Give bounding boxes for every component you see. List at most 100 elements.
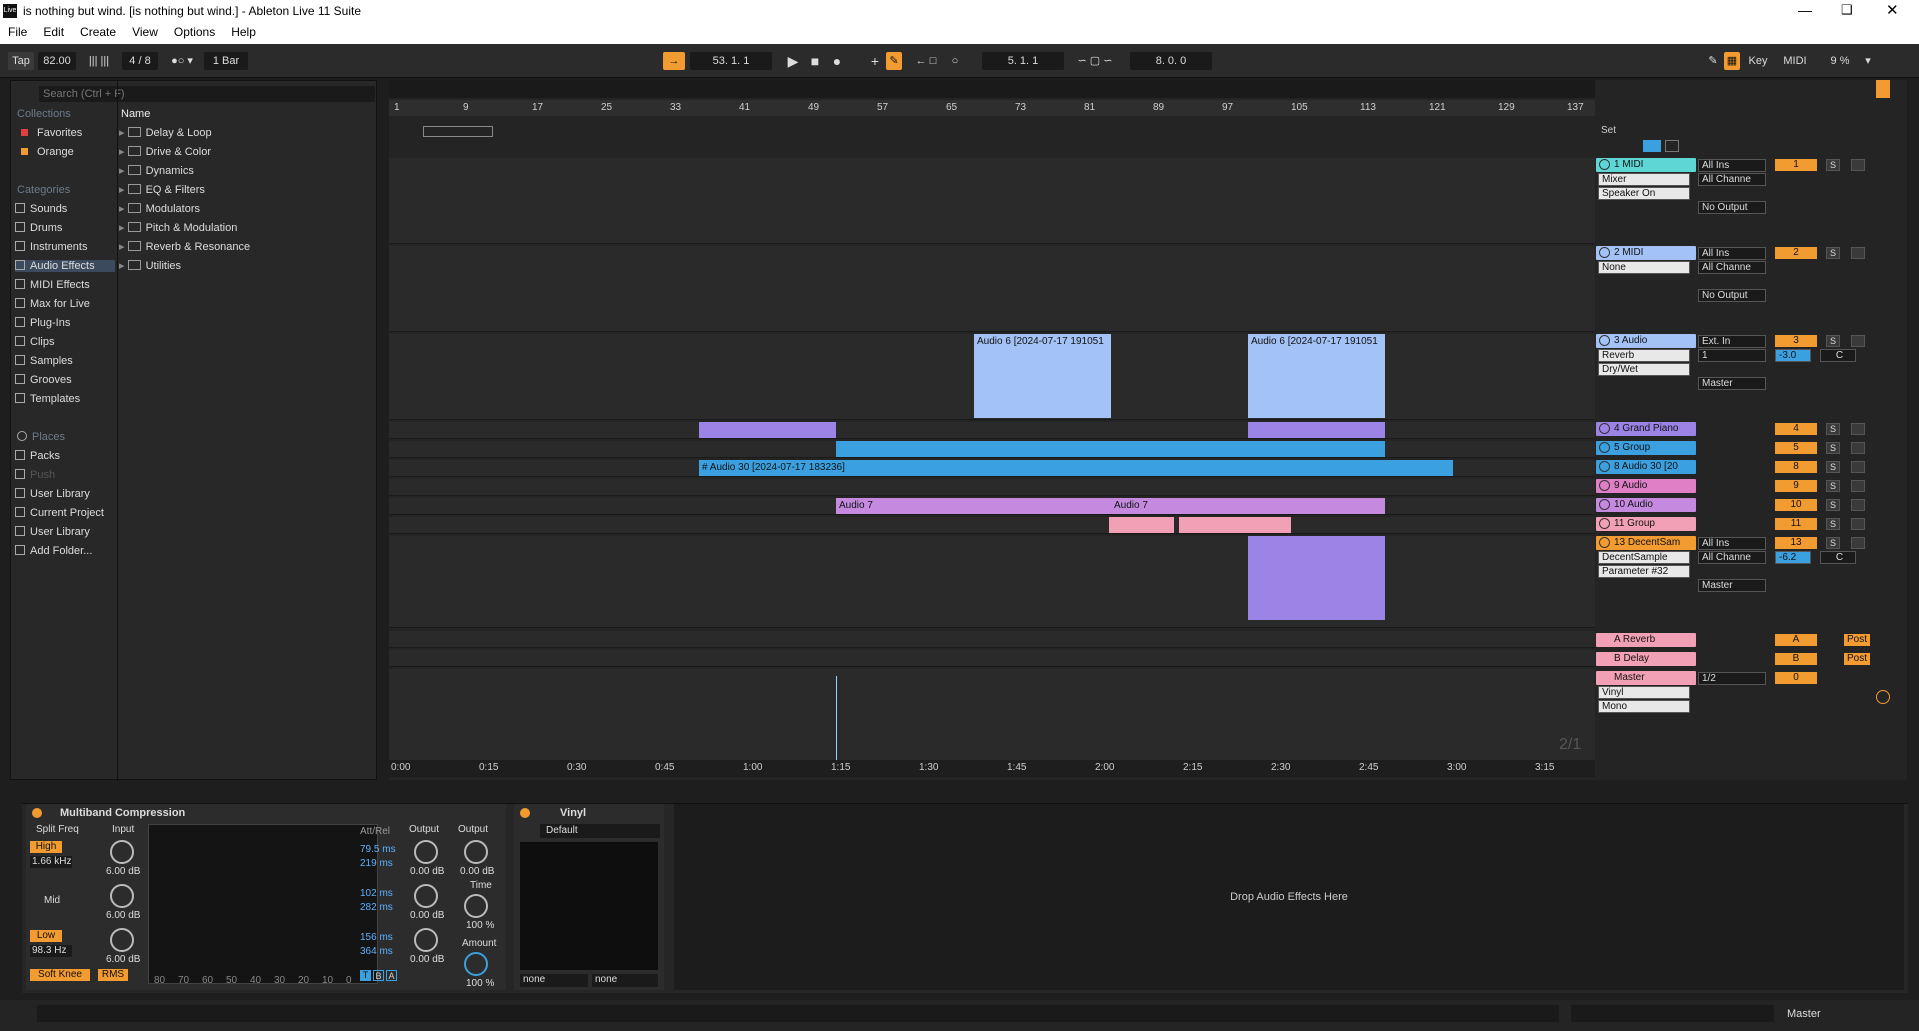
folder-2[interactable]: ▸ Dynamics: [119, 164, 194, 177]
place-0[interactable]: Packs: [15, 450, 60, 462]
overdub-icon[interactable]: +: [866, 52, 884, 70]
track-lane[interactable]: [389, 246, 1595, 332]
output-low-knob[interactable]: [414, 928, 438, 952]
solo-button[interactable]: S: [1826, 518, 1840, 530]
folder-0[interactable]: ▸ Delay & Loop: [119, 126, 212, 139]
fold-icon[interactable]: [1599, 518, 1610, 529]
track-activator[interactable]: 10: [1775, 499, 1817, 511]
category-9[interactable]: Grooves: [15, 374, 115, 386]
track-activator[interactable]: 8: [1775, 461, 1817, 473]
menu-file[interactable]: File: [0, 22, 35, 42]
draw-mode-icon[interactable]: ✎: [1706, 52, 1720, 70]
return-activator[interactable]: 0: [1775, 672, 1817, 684]
record-icon[interactable]: ●: [828, 52, 846, 70]
return-activator[interactable]: B: [1775, 653, 1817, 665]
arm-button[interactable]: [1851, 335, 1865, 347]
category-0[interactable]: Sounds: [15, 203, 115, 215]
menu-create[interactable]: Create: [72, 22, 124, 42]
arm-button[interactable]: [1851, 442, 1865, 454]
clip-audio30[interactable]: # Audio 30 [2024-07-17 183236]: [699, 460, 1453, 476]
mixer-toggle-icon[interactable]: [1876, 80, 1890, 98]
input-high-knob[interactable]: [110, 840, 134, 864]
parameter-chooser[interactable]: Dry/Wet: [1598, 363, 1690, 376]
overview-bar[interactable]: [389, 80, 1595, 98]
place-4[interactable]: User Library: [15, 526, 90, 538]
folder-4[interactable]: ▸ Modulators: [119, 202, 200, 215]
clip-group11a[interactable]: [1109, 517, 1174, 533]
place-5[interactable]: Add Folder...: [15, 545, 92, 557]
clip-audio7b[interactable]: Audio 7: [1111, 498, 1385, 514]
track-lane[interactable]: [389, 422, 1595, 439]
low-band-button[interactable]: Low: [30, 930, 62, 942]
solo-button[interactable]: S: [1826, 461, 1840, 473]
minimize-icon[interactable]: —: [1798, 2, 1812, 18]
track-activator[interactable]: 1: [1775, 159, 1817, 171]
input-type-select[interactable]: Ext. In: [1698, 335, 1766, 348]
input-type-select[interactable]: All Ins: [1698, 537, 1766, 550]
track-activator[interactable]: 4: [1775, 423, 1817, 435]
device-chooser[interactable]: DecentSample: [1598, 551, 1690, 564]
a-button[interactable]: A: [386, 970, 397, 981]
song-position-field[interactable]: 53. 1. 1: [690, 52, 772, 70]
input-type-select[interactable]: All Ins: [1698, 159, 1766, 172]
track-activator[interactable]: 3: [1775, 335, 1817, 347]
master-param[interactable]: Mono: [1598, 700, 1690, 713]
fold-icon[interactable]: [1599, 461, 1610, 472]
preset-select[interactable]: Default: [540, 824, 660, 838]
automation-arm-icon[interactable]: ✎: [886, 52, 902, 70]
parameter-chooser[interactable]: Speaker On: [1598, 187, 1690, 200]
place-2[interactable]: User Library: [15, 488, 90, 500]
folder-7[interactable]: ▸ Utilities: [119, 259, 181, 272]
tempo-field[interactable]: 82.00: [38, 52, 76, 70]
track-lane[interactable]: [389, 631, 1595, 648]
release-high[interactable]: 219 ms: [360, 858, 393, 869]
device-chooser[interactable]: Mixer: [1598, 173, 1690, 186]
midi-map-button[interactable]: MIDI: [1780, 52, 1810, 70]
loop-switch-icon[interactable]: ∽ ▢ ∽: [1068, 52, 1122, 70]
solo-button[interactable]: S: [1826, 480, 1840, 492]
beat-ruler[interactable]: 1 9 17 25 33 41 49 57 65 73 81 89 97 105 113 121 129 137: [389, 100, 1595, 116]
arm-button[interactable]: [1851, 247, 1865, 259]
category-10[interactable]: Templates: [15, 393, 115, 405]
track-header-7[interactable]: 10 Audio: [1596, 498, 1696, 512]
arrangement-arrow-icon[interactable]: [1643, 140, 1661, 152]
fold-icon[interactable]: [1599, 537, 1610, 548]
place-1[interactable]: Push: [15, 469, 55, 481]
cpu-menu-icon[interactable]: ▾: [1862, 52, 1874, 70]
solo-button[interactable]: S: [1826, 159, 1840, 171]
clip-group5[interactable]: [836, 441, 1385, 457]
device-on-icon[interactable]: [32, 808, 42, 818]
track-header-3[interactable]: 4 Grand Piano: [1596, 422, 1696, 436]
return-header-1[interactable]: B Delay: [1596, 652, 1696, 666]
input-channel-select[interactable]: All Channe: [1698, 173, 1766, 186]
attack-high[interactable]: 79.5 ms: [360, 844, 396, 855]
search-input[interactable]: Search (Ctrl + F): [39, 86, 375, 102]
category-7[interactable]: Clips: [15, 336, 115, 348]
clip-piano-a[interactable]: [699, 422, 836, 438]
post-button[interactable]: Post: [1844, 653, 1870, 665]
loop-length-field[interactable]: 8. 0. 0: [1130, 52, 1212, 70]
input-type-select[interactable]: All Ins: [1698, 247, 1766, 260]
menu-options[interactable]: Options: [166, 22, 223, 42]
clip-audio7a[interactable]: Audio 7: [836, 498, 1111, 514]
category-1[interactable]: Drums: [15, 222, 115, 234]
device-chooser[interactable]: None: [1598, 261, 1690, 274]
compressor-display[interactable]: [148, 824, 378, 984]
track-header-9[interactable]: 13 DecentSam: [1596, 536, 1696, 550]
loop-brace[interactable]: [423, 126, 493, 137]
time-knob[interactable]: [464, 894, 488, 918]
key-map-button[interactable]: Key: [1744, 52, 1772, 70]
track-header-4[interactable]: 5 Group: [1596, 441, 1696, 455]
category-8[interactable]: Samples: [15, 355, 115, 367]
low-freq-field[interactable]: 98.3 Hz: [30, 945, 72, 957]
lock-icon[interactable]: [1665, 140, 1679, 152]
fold-icon[interactable]: [1599, 442, 1610, 453]
fold-icon[interactable]: [1599, 335, 1610, 346]
capture-icon[interactable]: ← □: [906, 52, 946, 70]
track-lane[interactable]: [389, 479, 1595, 496]
attack-low[interactable]: 156 ms: [360, 932, 393, 943]
output-select[interactable]: No Output: [1698, 201, 1766, 214]
arm-button[interactable]: [1851, 423, 1865, 435]
folder-6[interactable]: ▸ Reverb & Resonance: [119, 240, 250, 253]
arm-button[interactable]: [1851, 461, 1865, 473]
